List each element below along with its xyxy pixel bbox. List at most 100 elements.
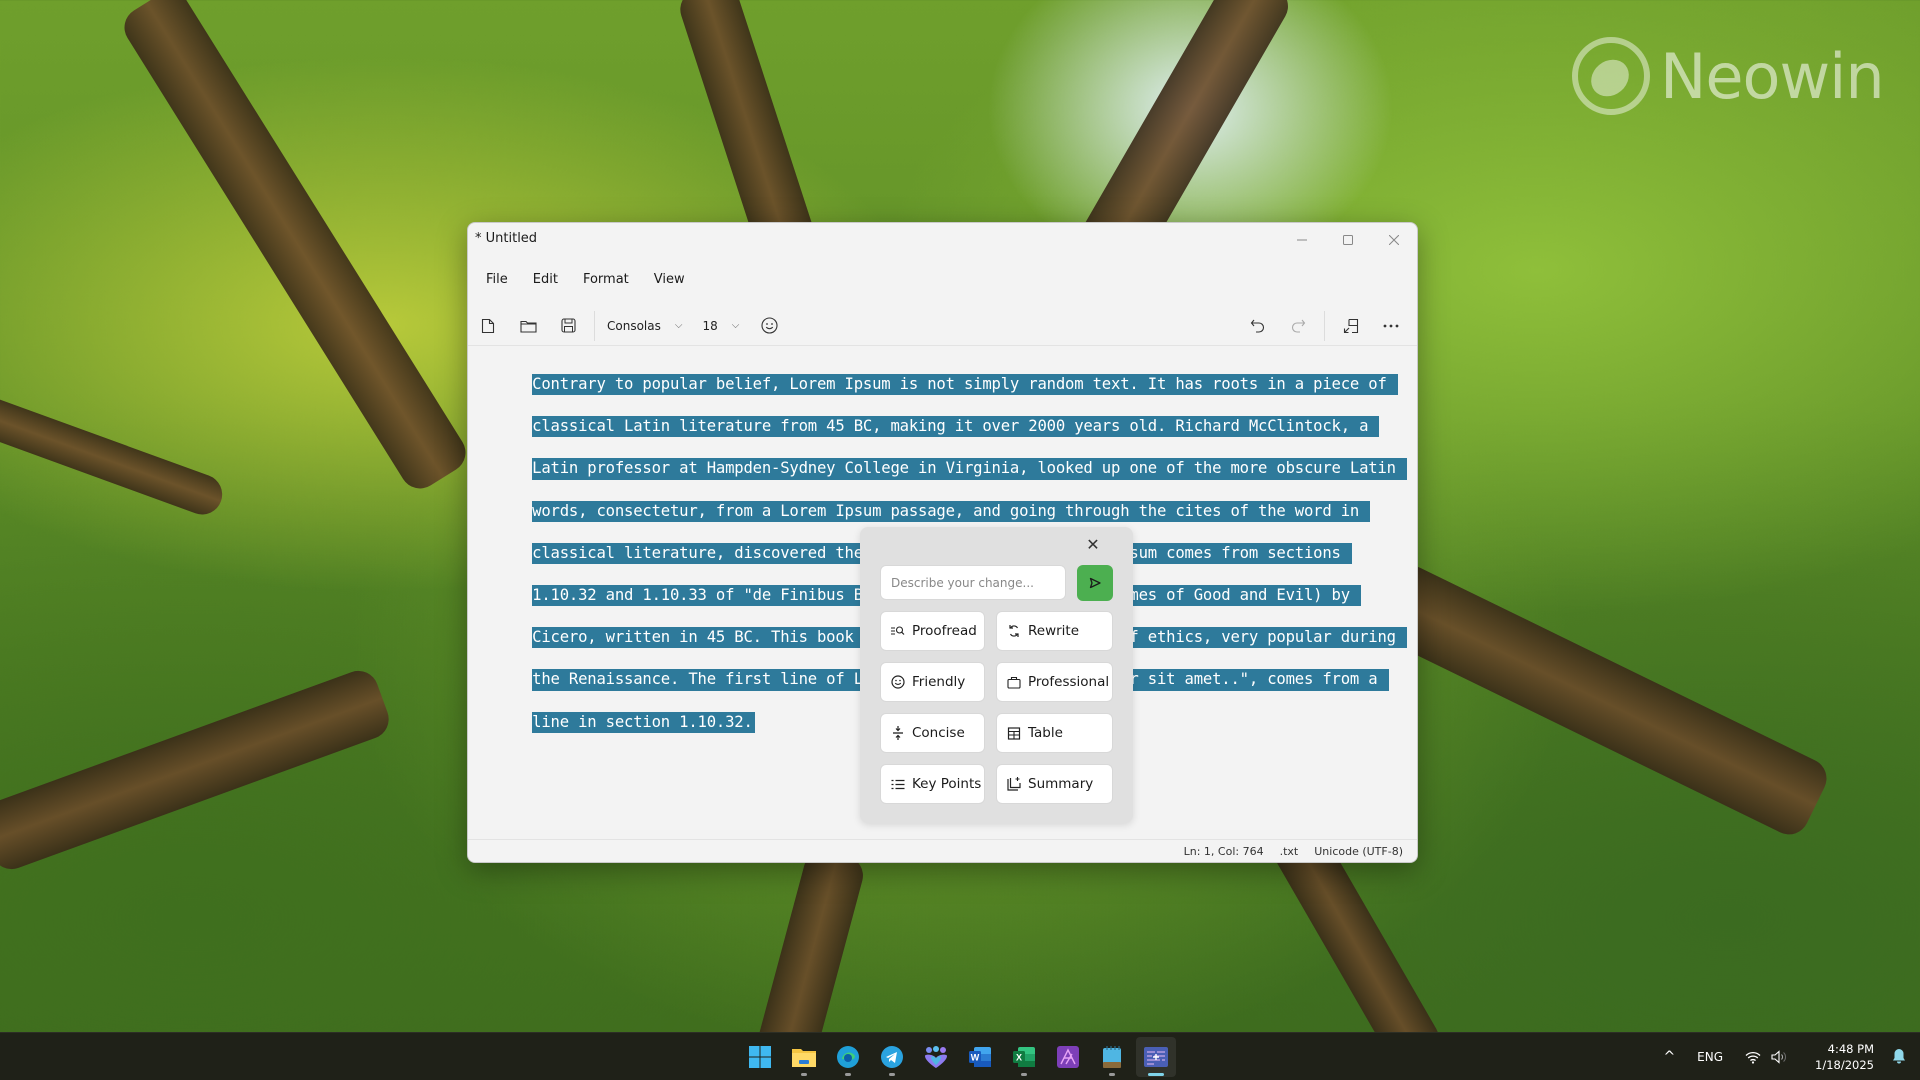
describe-change-input[interactable]	[880, 565, 1066, 600]
font-size-select[interactable]: 18 ⌵	[696, 308, 745, 344]
compact-overlay-icon	[1343, 318, 1359, 333]
send-button[interactable]	[1077, 565, 1113, 601]
proofread-button[interactable]: Proofread	[880, 611, 985, 651]
title-bar[interactable]: * Untitled	[468, 223, 1417, 257]
table-button[interactable]: Table	[996, 713, 1113, 753]
family-icon	[925, 1046, 947, 1068]
neowin-watermark: Neowin	[1572, 36, 1892, 116]
close-icon	[1389, 235, 1399, 245]
neowin-logo-icon	[1572, 37, 1650, 115]
svg-text:X: X	[1016, 1053, 1022, 1063]
maximize-button[interactable]	[1325, 223, 1371, 257]
menu-format[interactable]: Format	[573, 268, 639, 291]
send-icon	[1089, 577, 1101, 589]
minimize-icon	[1297, 239, 1307, 241]
open-file-button[interactable]	[508, 308, 548, 344]
menu-file[interactable]: File	[476, 268, 518, 291]
more-options-button[interactable]	[1371, 308, 1411, 344]
menu-edit[interactable]: Edit	[523, 268, 568, 291]
status-bar: Ln: 1, Col: 764 .txt Unicode (UTF-8)	[468, 839, 1417, 862]
windows-logo-icon	[749, 1046, 771, 1068]
save-icon	[560, 318, 576, 333]
menu-bar: File Edit Format View	[468, 265, 700, 293]
professional-button[interactable]: Professional	[996, 662, 1113, 702]
minimize-button[interactable]	[1279, 223, 1325, 257]
clock[interactable]: 4:48 PM 1/18/2025	[1815, 1041, 1874, 1073]
maximize-icon	[1343, 235, 1353, 245]
text-line: words, consectetur, from a Lorem Ipsum p…	[532, 500, 1371, 522]
open-folder-icon	[519, 320, 537, 333]
excel-icon: X	[1013, 1047, 1035, 1067]
close-button[interactable]	[1371, 223, 1417, 257]
notification-button[interactable]	[1892, 1048, 1906, 1067]
affinity-icon	[1057, 1046, 1079, 1068]
toolbar-separator	[594, 310, 595, 341]
active-app-icon	[1144, 1047, 1168, 1067]
taskbar-apps: W X	[740, 1037, 1176, 1077]
more-icon	[1383, 324, 1399, 327]
key-points-button[interactable]: Key Points	[880, 764, 985, 804]
rewrite-label: Rewrite	[1028, 623, 1080, 639]
running-indicator	[1109, 1073, 1115, 1076]
professional-label: Professional	[1028, 674, 1110, 690]
system-tray: ^ ENG 4:48 PM 1/18/2025	[1655, 1033, 1920, 1080]
running-indicator	[889, 1073, 895, 1076]
briefcase-icon	[1007, 676, 1021, 689]
word-icon: W	[969, 1047, 991, 1067]
taskbar-notepad[interactable]	[1092, 1037, 1132, 1077]
cursor-position: Ln: 1, Col: 764	[1183, 844, 1264, 858]
ai-rewrite-popup: ✕ Proofread Rewrite Friendly Professiona…	[860, 527, 1133, 823]
list-icon	[891, 779, 905, 789]
edge-icon	[837, 1046, 859, 1068]
file-type: .txt	[1279, 844, 1299, 858]
undo-icon	[1250, 319, 1265, 333]
volume-icon	[1771, 1050, 1787, 1064]
rewrite-icon	[1009, 625, 1019, 637]
taskbar-file-explorer[interactable]	[784, 1037, 824, 1077]
text-line: Latin professor at Hampden-Sydney Colleg…	[532, 458, 1408, 480]
text-line: Contrary to popular belief, Lorem Ipsum …	[532, 374, 1398, 396]
notepad-icon	[1103, 1046, 1121, 1068]
emoji-icon	[761, 317, 778, 334]
text-line: classical Latin literature from 45 BC, m…	[532, 416, 1380, 438]
emoji-button[interactable]	[749, 308, 789, 344]
chevron-down-icon: ⌵	[674, 320, 683, 331]
summary-label: Summary	[1028, 776, 1094, 792]
running-indicator	[845, 1073, 851, 1076]
concise-icon	[893, 726, 903, 740]
popup-close-button[interactable]: ✕	[1083, 535, 1103, 555]
taskbar: W X ^ ENG 4:48 PM 1/18/2025	[0, 1032, 1920, 1080]
svg-text:W: W	[971, 1053, 980, 1063]
toolbar: Consolas ⌵ 18 ⌵	[468, 306, 1417, 346]
new-file-button[interactable]	[468, 308, 508, 344]
redo-button[interactable]	[1278, 308, 1318, 344]
file-explorer-icon	[792, 1049, 816, 1067]
summary-button[interactable]: Summary	[996, 764, 1113, 804]
chevron-down-icon: ⌵	[731, 320, 740, 331]
friendly-label: Friendly	[912, 674, 966, 690]
taskbar-affinity[interactable]	[1048, 1037, 1088, 1077]
network-volume-button[interactable]	[1745, 1050, 1787, 1064]
save-button[interactable]	[548, 308, 588, 344]
taskbar-active-app[interactable]	[1136, 1037, 1176, 1077]
menu-view[interactable]: View	[644, 268, 695, 291]
compact-overlay-button[interactable]	[1331, 308, 1371, 344]
taskbar-family[interactable]	[916, 1037, 956, 1077]
table-icon	[1007, 726, 1021, 740]
start-button[interactable]	[740, 1037, 780, 1077]
encoding[interactable]: Unicode (UTF-8)	[1314, 845, 1403, 858]
show-hidden-icons-button[interactable]: ^	[1663, 1049, 1675, 1065]
taskbar-word[interactable]: W	[960, 1037, 1000, 1077]
friendly-icon	[891, 675, 905, 689]
undo-button[interactable]	[1238, 308, 1278, 344]
taskbar-telegram[interactable]	[872, 1037, 912, 1077]
language-indicator[interactable]: ENG	[1697, 1050, 1723, 1064]
friendly-button[interactable]: Friendly	[880, 662, 985, 702]
concise-button[interactable]: Concise	[880, 713, 985, 753]
redo-icon	[1291, 319, 1306, 333]
font-family-select[interactable]: Consolas ⌵	[601, 308, 688, 344]
taskbar-edge[interactable]	[828, 1037, 868, 1077]
rewrite-button[interactable]: Rewrite	[996, 611, 1113, 651]
taskbar-excel[interactable]: X	[1004, 1037, 1044, 1077]
font-size-value: 18	[702, 318, 718, 333]
